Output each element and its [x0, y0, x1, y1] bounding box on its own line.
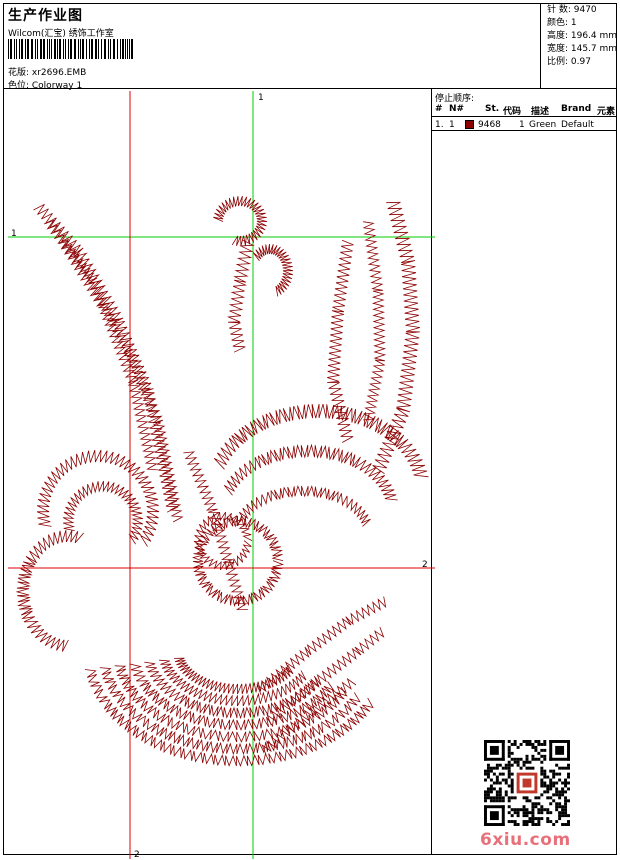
- body-curl-stroke: [15, 529, 85, 652]
- top-curl-stroke: [252, 243, 294, 297]
- tail-fan-stroke: [144, 661, 320, 720]
- color-count: 颜色: 1: [547, 18, 577, 28]
- axis-label-bottom: 2: [134, 850, 140, 859]
- row-stitches: 9468: [478, 120, 501, 130]
- axis-label-left: 1: [11, 229, 17, 239]
- row-num: 1.: [435, 120, 444, 130]
- stop-sequence-title: 停止顺序:: [435, 94, 475, 104]
- design-width: 宽度: 145.7 mm: [547, 44, 618, 54]
- axis-label-top: 1: [258, 93, 264, 103]
- site-watermark: 6xiu.com: [480, 830, 571, 850]
- embroidery-design-canvas: 1 1 2 2: [8, 91, 435, 859]
- design-file-name: 花版: xr2696.EMB: [8, 68, 87, 78]
- left-feather-stroke: [33, 203, 179, 513]
- axis-label-right: 2: [422, 560, 428, 570]
- stitch-count: 针 数: 9470: [547, 5, 597, 15]
- design-stats: 针 数: 9470 颜色: 1 高度: 196.4 mm 宽度: 145.7 m…: [544, 4, 618, 88]
- wing-stroke: [213, 403, 429, 478]
- wing-stroke: [223, 443, 398, 501]
- phoenix-embroidery-pattern: [15, 195, 429, 768]
- thread-color-swatch: [465, 120, 474, 129]
- body-curl-stroke: [62, 480, 144, 545]
- row-code: 1: [519, 120, 525, 130]
- colorway-name: 色位: Colorway 1: [8, 81, 83, 91]
- left-feather-stroke: [58, 240, 158, 471]
- barcode: [8, 39, 133, 59]
- row-n: 1: [449, 120, 455, 130]
- production-worksheet: 生产作业图 Wilcom(汇宝) 绣饰工作室 花版: xr2696.EMB 色位…: [3, 3, 618, 859]
- neck-stroke: [362, 221, 387, 421]
- wing-stroke: [238, 484, 371, 527]
- col-brand: Brand: [561, 104, 592, 114]
- body-curl-stroke: [36, 449, 160, 547]
- page-title: 生产作业图: [8, 8, 83, 24]
- top-curl-stroke: [226, 239, 255, 353]
- qr-code: [484, 740, 570, 826]
- tail-fan-stroke: [114, 665, 348, 743]
- design-scale: 比例: 0.97: [547, 57, 591, 67]
- design-height: 高度: 196.4 mm: [547, 31, 618, 41]
- col-st: St.: [485, 104, 500, 114]
- row-desc: Green: [529, 120, 557, 130]
- col-n: N#: [449, 104, 465, 114]
- company-name: Wilcom(汇宝) 绣饰工作室: [8, 29, 114, 39]
- left-feather-stroke: [43, 219, 184, 523]
- top-curl-stroke: [213, 195, 268, 247]
- row-brand: Default: [561, 120, 594, 130]
- col-num: #: [435, 104, 443, 114]
